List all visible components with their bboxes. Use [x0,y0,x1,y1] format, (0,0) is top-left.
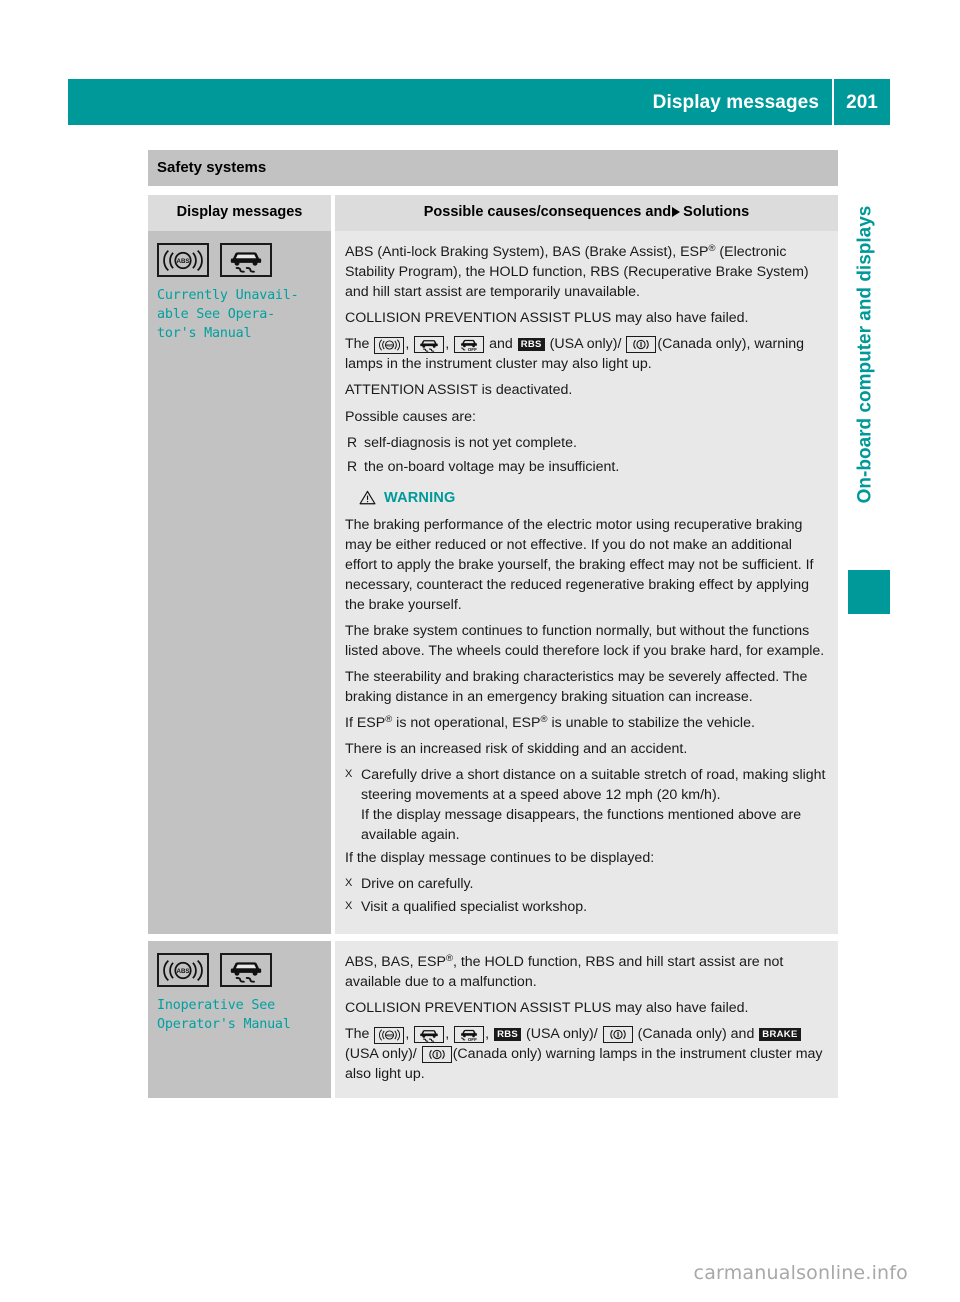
warning-triangle-icon [359,491,376,505]
svg-text:OFF: OFF [468,1037,477,1042]
display-message-text: Inoperative See Operator's Manual [157,998,291,1033]
action-step-arrow-icon: X [345,877,353,890]
svg-text:ABS: ABS [177,968,190,975]
body-paragraph: The ABS, , OFF and RBS (USA only)/ (Cana… [345,336,805,373]
svg-text:OFF: OFF [468,348,477,353]
footer-watermark: carmanualsonline.info [693,1262,908,1284]
bullet-list-item-text: the on-board voltage may be insufficient… [364,458,620,475]
page-number: 201 [846,91,878,113]
display-message-cell: ABS Currently Unavail- able See Opera- to… [148,231,335,935]
esp-skid-lamp-icon [414,336,445,354]
body-paragraph: The ABS, , OFF, RBS (USA only)/ (Canada … [345,1026,823,1083]
causes-solutions-cell: ABS (Anti-lock Braking System), BAS (Bra… [333,231,838,935]
rbs-lamp-badge-icon: RBS [517,338,545,352]
warning-callout-header: WARNING [359,488,826,508]
abs-lamp-icon: ABS [374,1026,405,1044]
action-step-text: Carefully drive a short distance on a su… [361,767,826,844]
bullet-list-item-text: self-diagnosis is not yet complete. [364,434,577,451]
action-step-item: X Carefully drive a short distance on a s… [345,765,826,845]
action-step-arrow-icon: X [345,900,353,913]
column-header-causes-solutions: Possible causes/consequences and Solution… [333,195,838,232]
abs-lamp-icon: ABS [374,336,405,354]
warning-lamp-group: ABS [157,243,323,278]
action-step-arrow-icon: X [345,768,353,781]
chapter-side-tab-label: On-board computer and displays [854,205,876,504]
body-paragraph: The braking performance of the electric … [345,516,814,614]
section-heading: Safety systems [148,150,838,186]
bullet-marker-icon: R [347,457,358,474]
table-row: ABS Currently Unavail- able See Opera- to… [148,231,838,935]
solutions-arrow-icon [672,207,681,217]
body-paragraph: ABS, BAS, ESP®, the HOLD function, RBS a… [345,953,784,991]
abs-warning-lamp-icon: ABS [157,243,209,278]
body-paragraph: If the display message continues to be d… [345,850,655,867]
bullet-list-item: Rthe on-board voltage may be insufficien… [345,457,826,477]
bullet-list-item: Rself-diagnosis is not yet complete. [345,433,826,453]
table-row: ABS Inoperative See Operator's Manual ABS,… [148,941,838,1099]
registered-trademark-symbol: ® [540,714,548,726]
svg-text:ABS: ABS [177,258,190,265]
display-messages-table: Display messages Possible causes/consequ… [148,195,838,1099]
chapter-side-tab: On-board computer and displays [845,150,885,580]
brake-circle-lamp-icon [626,336,657,354]
registered-trademark-symbol: ® [445,953,453,965]
abs-warning-lamp-icon: ABS [157,953,209,988]
display-message-cell: ABS Inoperative See Operator's Manual [148,941,335,1099]
body-paragraph: Possible causes are: [345,408,476,425]
registered-trademark-symbol: ® [708,243,716,255]
chapter-thumb-index-marker [848,570,890,614]
warning-lamp-group: ABS [157,953,323,988]
row-gap [148,934,838,942]
body-paragraph: COLLISION PREVENTION ASSIST PLUS may als… [345,310,749,327]
body-paragraph: There is an increased risk of skidding a… [345,741,688,758]
page-content: Safety systems Display messages Possible… [148,150,838,1099]
column-header-causes-text: Possible causes/consequences and [423,204,672,220]
registered-trademark-symbol: ® [385,714,393,726]
body-paragraph: The brake system continues to function n… [345,623,825,660]
table-body: ABS Currently Unavail- able See Opera- to… [148,231,838,1099]
action-step-text: Visit a qualified specialist workshop. [361,899,588,916]
esp-off-lamp-icon: OFF [454,336,485,354]
warning-label: WARNING [384,489,456,506]
column-header-solutions-text: Solutions [683,204,750,220]
svg-text:ABS: ABS [385,344,393,348]
action-step-item: X Drive on carefully. [345,874,826,894]
spacer [148,186,838,195]
brake-circle-lamp-icon [602,1026,633,1044]
rbs-lamp-badge-icon: RBS [494,1028,522,1042]
column-header-display-messages: Display messages [148,195,335,232]
esp-skid-lamp-icon [414,1026,445,1044]
table-header-row: Display messages Possible causes/consequ… [148,195,838,232]
esp-skid-warning-lamp-icon [220,953,272,988]
body-paragraph: ATTENTION ASSIST is deactivated. [345,382,573,399]
esp-skid-warning-lamp-icon [220,243,272,278]
body-paragraph: If ESP® is not operational, ESP® is unab… [345,714,755,732]
body-paragraph: ABS (Anti-lock Braking System), BAS (Bra… [345,243,809,301]
body-paragraph: COLLISION PREVENTION ASSIST PLUS may als… [345,1000,749,1017]
svg-text:ABS: ABS [385,1034,393,1038]
action-step-item: X Visit a qualified specialist workshop. [345,897,826,917]
brake-circle-lamp-icon [421,1046,452,1064]
esp-off-lamp-icon: OFF [454,1026,485,1044]
body-paragraph: The steerability and braking characteris… [345,669,808,706]
causes-solutions-cell: ABS, BAS, ESP®, the HOLD function, RBS a… [333,941,838,1099]
display-message-text: Currently Unavail- able See Opera- tor's… [157,288,299,342]
action-step-text: Drive on carefully. [361,876,474,893]
page-header-band: Display messages 201 [68,79,890,125]
bullet-marker-icon: R [347,433,358,450]
table-row-separator [148,934,838,942]
brake-lamp-badge-icon: BRAKE [759,1028,801,1042]
page-title: Display messages [652,91,819,113]
